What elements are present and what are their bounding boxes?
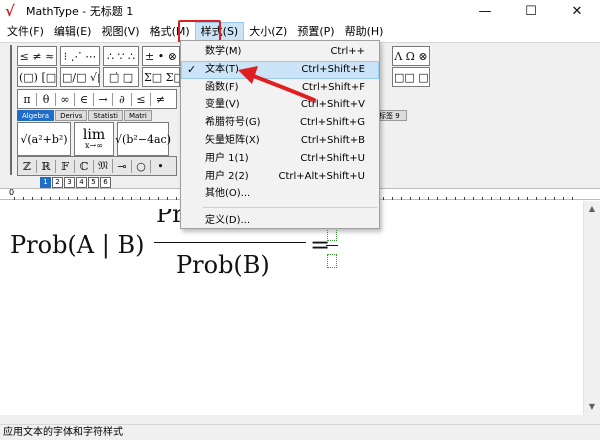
relations-palette-button[interactable]: ≤ ≠ ≈: [17, 46, 57, 66]
style-menu-other[interactable]: 其他(O)...: [181, 185, 379, 203]
neq-symbol-button[interactable]: ≠: [151, 93, 170, 106]
element-of-symbol-button[interactable]: ∈: [75, 92, 94, 106]
empty-denominator-slot[interactable]: [327, 254, 337, 268]
style-menu-function[interactable]: 函数(F) Ctrl+Shift+F: [181, 79, 379, 97]
field-symbol-button[interactable]: 𝔽: [56, 159, 75, 173]
template-sqrt-sum-squares[interactable]: √(a²+b²): [17, 122, 71, 156]
tab-derivs[interactable]: Derivs: [55, 110, 88, 121]
theta-symbol-button[interactable]: θ: [37, 92, 56, 106]
maximize-button[interactable]: ☐: [508, 0, 554, 22]
scroll-up-icon[interactable]: ▲: [584, 201, 600, 217]
size-button-6[interactable]: 6: [100, 177, 111, 188]
template-limit[interactable]: lim x→∞: [74, 122, 114, 156]
size-button-4[interactable]: 4: [76, 177, 87, 188]
template-discriminant[interactable]: √(b²−4ac): [115, 122, 171, 156]
fractions-palette-button[interactable]: □/□ √□: [60, 67, 100, 87]
tab-algebra[interactable]: Algebra: [17, 110, 55, 121]
style-menu-text[interactable]: ✓ 文本(T) Ctrl+Shift+E: [181, 60, 379, 79]
tab-matrices[interactable]: Matri: [123, 110, 152, 121]
arrow-symbol-button[interactable]: →: [94, 92, 113, 106]
minimize-button[interactable]: —: [462, 0, 508, 22]
toolbar-grip[interactable]: [10, 45, 12, 175]
style-menu-vector-matrix[interactable]: 矢量矩阵(X) Ctrl+Shift+B: [181, 132, 379, 150]
fraction-bar: [154, 242, 306, 243]
menu-file[interactable]: 文件(F): [2, 22, 49, 42]
pi-symbol-button[interactable]: π: [18, 92, 37, 106]
equation-lhs: Prob(A | B): [10, 231, 145, 259]
fences-palette-button[interactable]: (□) [□]: [17, 67, 57, 87]
scroll-down-icon[interactable]: ▼: [584, 399, 600, 415]
menu-separator: [203, 207, 377, 209]
menu-help[interactable]: 帮助(H): [340, 22, 389, 42]
scripts-palette-button[interactable]: □̇ □̣: [103, 67, 139, 87]
style-menu-dropdown: 数学(M) Ctrl++ ✓ 文本(T) Ctrl+Shift+E 函数(F) Ctr…: [180, 40, 380, 229]
sums-palette-button[interactable]: Σ□ Σ□: [142, 67, 180, 87]
style-menu-user1[interactable]: 用户 1(1) Ctrl+Shift+U: [181, 150, 379, 168]
dot-symbol-button[interactable]: •: [151, 160, 170, 173]
size-button-5[interactable]: 5: [88, 177, 99, 188]
map-arrow-symbol-button[interactable]: ⊸: [113, 159, 132, 173]
partial-symbol-button[interactable]: ∂: [113, 92, 132, 106]
style-menu-variable[interactable]: 变量(V) Ctrl+Shift+V: [181, 96, 379, 114]
matrices-palette-button[interactable]: □□ □□: [392, 67, 430, 87]
operators-palette-button[interactable]: ± • ⊗: [142, 46, 180, 66]
equation-editor[interactable]: Prob(A | B) Prob(A ∩ B) Prob(B) =: [0, 201, 600, 415]
script-symbol-button[interactable]: 𝔐: [94, 159, 113, 173]
menu-size[interactable]: 大小(Z): [244, 22, 292, 42]
status-bar: 应用文本的字体和字符样式: [0, 424, 600, 440]
size-buttons: 1 2 3 4 5 6: [40, 177, 111, 188]
style-menu-math[interactable]: 数学(M) Ctrl++: [181, 43, 379, 61]
spaces-palette-button[interactable]: ⁝ ⋰ ⋯: [60, 46, 100, 66]
style-menu-greek[interactable]: 希腊符号(G) Ctrl+Shift+G: [181, 114, 379, 132]
size-button-2[interactable]: 2: [52, 177, 63, 188]
bottom-strip: [0, 415, 600, 424]
style-menu-define[interactable]: 定义(D)...: [181, 212, 379, 230]
symbols-bar: π θ ∞ ∈ → ∂ ≤ ≠: [17, 89, 177, 109]
real-set-symbol-button[interactable]: ℝ: [37, 159, 56, 173]
mathtype-logo-icon: √: [5, 2, 15, 20]
title-bar: √ MathType - 无标题 1 — ☐ ✕: [0, 0, 600, 22]
embellishments-palette-button[interactable]: ∴ ∵ ∴: [103, 46, 139, 66]
menu-bar: 文件(F) 编辑(E) 视图(V) 格式(M) 样式(S) 大小(Z) 预置(P…: [0, 22, 600, 42]
menu-view[interactable]: 视图(V): [96, 22, 144, 42]
leq-symbol-button[interactable]: ≤: [132, 92, 151, 106]
menu-edit[interactable]: 编辑(E): [49, 22, 97, 42]
empty-fraction-bar: [326, 245, 338, 246]
circle-symbol-button[interactable]: ○: [132, 159, 151, 173]
greek-upper-palette-button[interactable]: Λ Ω ⊗: [392, 46, 430, 66]
vertical-scrollbar[interactable]: ▲ ▼: [583, 201, 600, 415]
close-button[interactable]: ✕: [554, 0, 600, 22]
infinity-symbol-button[interactable]: ∞: [56, 92, 75, 106]
size-button-1[interactable]: 1: [40, 177, 51, 188]
complex-set-symbol-button[interactable]: ℂ: [75, 159, 94, 173]
small-symbols-bar: ℤ ℝ 𝔽 ℂ 𝔐 ⊸ ○ •: [17, 156, 177, 176]
integer-set-symbol-button[interactable]: ℤ: [18, 159, 37, 173]
equation-denominator: Prob(B): [176, 251, 270, 279]
size-button-3[interactable]: 3: [64, 177, 75, 188]
tab-statistics[interactable]: Statisti: [88, 110, 123, 121]
window-title: MathType - 无标题 1: [26, 5, 134, 18]
window-controls: — ☐ ✕: [462, 0, 600, 22]
menu-preferences[interactable]: 预置(P): [292, 22, 339, 42]
checkmark-icon: ✓: [187, 62, 197, 76]
style-menu-user2[interactable]: 用户 2(2) Ctrl+Alt+Shift+U: [181, 168, 379, 186]
